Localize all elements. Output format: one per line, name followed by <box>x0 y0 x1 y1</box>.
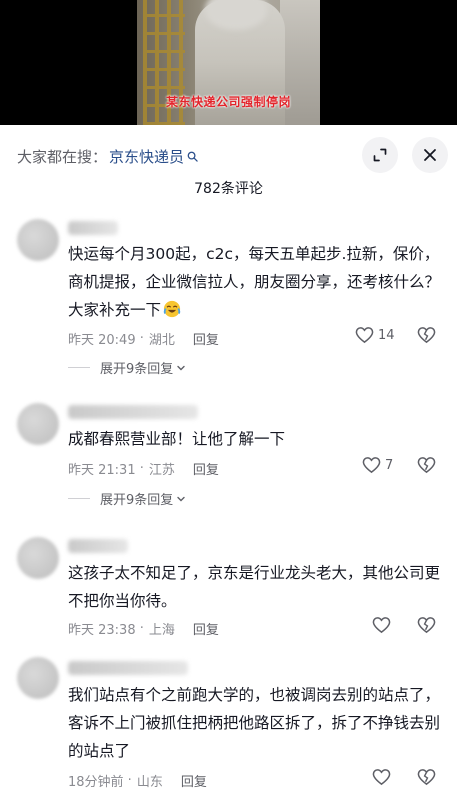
expand-replies-line <box>68 367 90 368</box>
broken-heart-icon <box>417 327 436 344</box>
broken-heart-icon <box>417 617 436 634</box>
like-count: 14 <box>378 327 395 343</box>
comment-meta: 昨天 23:38 · 上海 回复 <box>68 619 219 638</box>
comment-location-dot: · <box>123 773 132 788</box>
expand-replies-label: 展开9条回复 <box>100 362 174 377</box>
username-blurred[interactable] <box>68 661 188 675</box>
username-blurred[interactable] <box>68 539 128 553</box>
dislike-button[interactable] <box>417 456 436 478</box>
comment-location: 山东 <box>136 775 163 790</box>
heart-icon <box>355 327 374 344</box>
comment-text: 成都春熙营业部！让他了解一下 <box>68 425 441 453</box>
chevron-down-icon <box>177 365 185 370</box>
expand-replies-label: 展开9条回复 <box>100 493 174 508</box>
comment-text: 这孩子太不知足了，京东是行业龙头老大，其他公司更不把你当你待。 <box>68 559 441 615</box>
comment-time: 昨天 23:38 <box>68 623 136 638</box>
trending-search[interactable]: 大家都在搜： 京东快递员 <box>17 145 198 167</box>
heart-icon <box>372 769 391 786</box>
dislike-button[interactable] <box>417 768 436 790</box>
comment-text-content: 成都春熙营业部！让他了解一下 <box>68 430 286 448</box>
avatar[interactable] <box>17 537 59 579</box>
chevron-down-icon <box>177 496 185 501</box>
comment-count: 782条评论 <box>194 181 263 197</box>
avatar[interactable] <box>17 657 59 699</box>
dislike-button[interactable] <box>417 326 436 348</box>
comment-location: 上海 <box>148 623 175 638</box>
reply-button[interactable]: 回复 <box>193 619 219 638</box>
reply-button[interactable]: 回复 <box>181 771 207 790</box>
comment-time: 18分钟前 <box>68 775 124 790</box>
comment-meta: 昨天 20:49 · 湖北 回复 <box>68 329 219 348</box>
comment-text-content: 快运每个月300起，c2c，每天五单起步.拉新，保价，商机提报，企业微信拉人，朋… <box>68 245 441 319</box>
dislike-button[interactable] <box>417 616 436 638</box>
heart-icon <box>372 617 391 634</box>
expand-replies-button[interactable]: 展开9条回复 <box>68 358 186 377</box>
expand-replies-button[interactable]: 展开9条回复 <box>68 489 186 508</box>
expand-replies-line <box>68 498 90 499</box>
trending-search-term[interactable]: 京东快递员 <box>109 146 184 167</box>
username-blurred[interactable] <box>68 405 198 419</box>
expand-sheet-button[interactable] <box>362 137 398 173</box>
comment-text-content: 我们站点有个之前跑大学的，也被调岗去别的站点了，客诉不上门被抓住把柄把他路区拆了… <box>68 686 441 760</box>
like-button[interactable]: 7 <box>362 456 393 474</box>
like-count: 7 <box>385 457 394 473</box>
comment-location: 湖北 <box>148 333 175 348</box>
like-button[interactable] <box>372 616 395 634</box>
crying-laughing-emoji-icon <box>163 300 181 318</box>
broken-heart-icon <box>417 769 436 786</box>
trending-search-prefix: 大家都在搜： <box>17 147 108 166</box>
comment-location-dot: · <box>135 461 144 476</box>
like-button[interactable] <box>372 768 395 786</box>
comment-location-dot: · <box>135 621 144 636</box>
comment-text-content: 这孩子太不知足了，京东是行业龙头老大，其他公司更不把你当你待。 <box>68 564 441 610</box>
avatar[interactable] <box>17 219 59 261</box>
comment-time: 昨天 21:31 <box>68 463 136 478</box>
heart-icon <box>362 457 381 474</box>
comment-time: 昨天 20:49 <box>68 333 136 348</box>
comment-text: 快运每个月300起，c2c，每天五单起步.拉新，保价，商机提报，企业微信拉人，朋… <box>68 240 441 324</box>
reply-button[interactable]: 回复 <box>193 329 219 348</box>
reply-button[interactable]: 回复 <box>193 459 219 478</box>
comment-meta: 昨天 21:31 · 江苏 回复 <box>68 459 219 478</box>
close-button[interactable] <box>412 137 448 173</box>
avatar[interactable] <box>17 403 59 445</box>
comment-meta: 18分钟前 · 山东 回复 <box>68 771 207 790</box>
comment-location: 江苏 <box>148 463 175 478</box>
search-icon <box>187 151 198 162</box>
expand-icon <box>373 148 387 162</box>
comment-location-dot: · <box>135 331 144 346</box>
close-icon <box>424 149 436 161</box>
like-button[interactable]: 14 <box>355 326 395 344</box>
comment-text: 我们站点有个之前跑大学的，也被调岗去别的站点了，客诉不上门被抓住把柄把他路区拆了… <box>68 681 441 765</box>
video-player[interactable]: 某东快递公司强制停岗 <box>0 0 457 125</box>
video-caption: 某东快递公司强制停岗 <box>165 95 291 109</box>
comment-sheet: 大家都在搜： 京东快递员 782条评论 快运每个月300起，c2c，每天五单起步… <box>0 125 457 800</box>
broken-heart-icon <box>417 457 436 474</box>
username-blurred[interactable] <box>68 221 118 235</box>
